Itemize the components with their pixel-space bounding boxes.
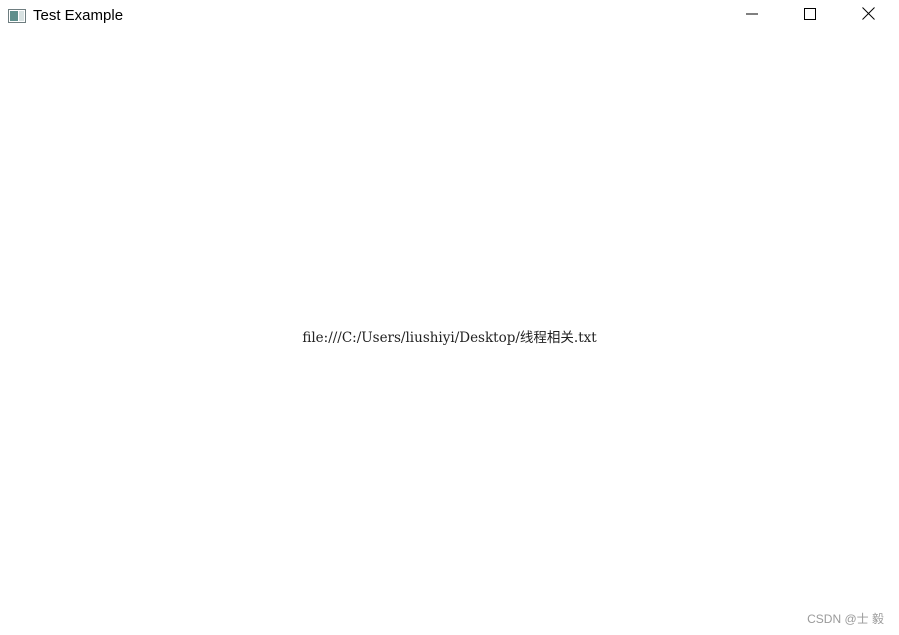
minimize-button[interactable] [729,0,775,32]
maximize-icon [804,7,816,25]
close-button[interactable] [845,0,891,32]
watermark: CSDN @士 毅 [807,612,884,626]
close-icon [861,7,875,25]
minimize-icon [746,7,758,25]
maximize-button[interactable] [787,0,833,32]
app-window: Test Example file:///C:/Users/liushiyi/D… [0,0,899,635]
content-area: file:///C:/Users/liushiyi/Desktop/线程相关.t… [0,32,899,635]
file-path-label: file:///C:/Users/liushiyi/Desktop/线程相关.t… [302,330,597,346]
window-title: Test Example [33,7,124,24]
app-icon [8,9,26,23]
title-bar[interactable]: Test Example [0,0,899,32]
